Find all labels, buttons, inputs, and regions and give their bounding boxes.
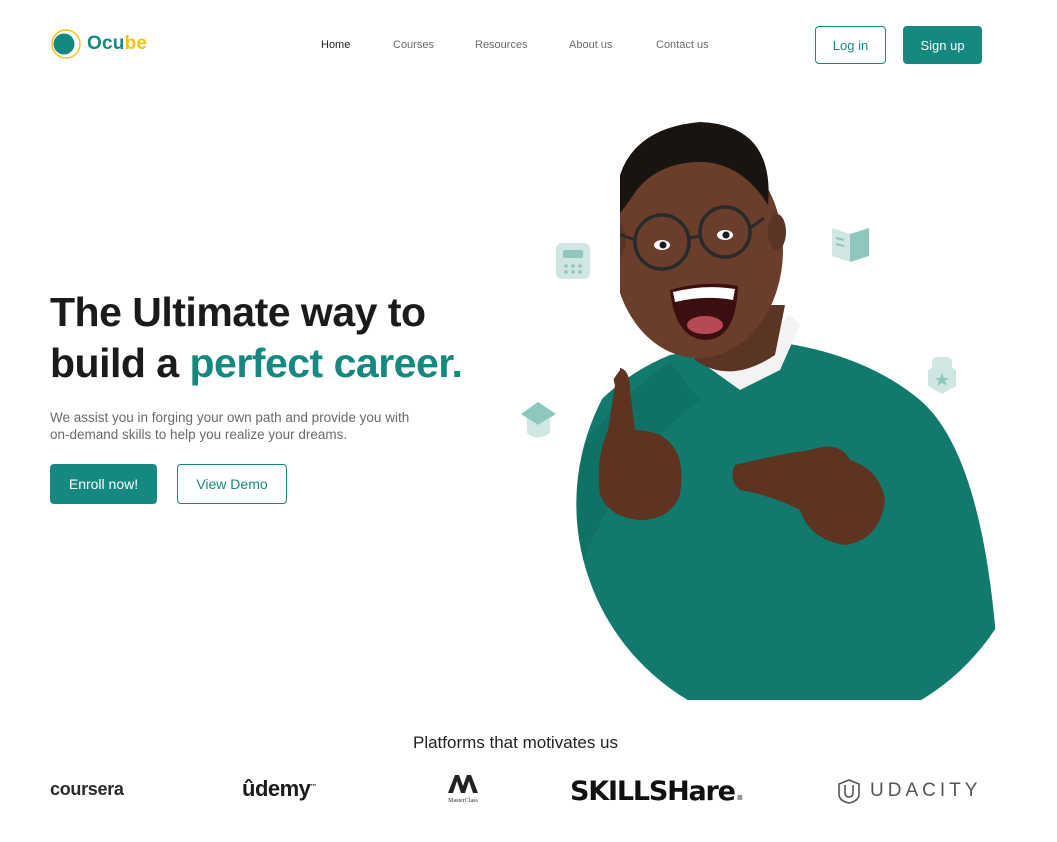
udacity-logo-text: UDACITY	[870, 780, 982, 801]
skillshare-logo-text: SKILLSHare	[570, 776, 736, 807]
view-demo-button[interactable]: View Demo	[177, 464, 287, 504]
hero-subtitle: We assist you in forging your own path a…	[50, 410, 410, 442]
graduation-cap-icon	[521, 402, 556, 438]
coursera-logo: coursera	[50, 779, 124, 799]
nav-resources[interactable]: Resources	[475, 39, 528, 51]
enroll-now-button[interactable]: Enroll now!	[50, 464, 157, 504]
skillshare-dot: .	[734, 776, 745, 807]
platforms-title: Platforms that motivates us	[412, 733, 619, 752]
hero-image	[521, 122, 1000, 700]
skillshare-logo: SKILLSHare.	[570, 776, 745, 807]
nav-about-us[interactable]: About us	[569, 39, 612, 51]
hero-title-line2-prefix: build a	[50, 340, 190, 386]
udemy-trademark: ™	[310, 784, 316, 790]
nav-courses[interactable]: Courses	[393, 39, 434, 51]
main-nav: Home Courses Resources About us Contact …	[0, 39, 1057, 53]
nav-contact-us[interactable]: Contact us	[656, 39, 709, 51]
udacity-u-icon	[838, 779, 860, 804]
udemy-logo-text: ûdemy	[242, 776, 311, 801]
nav-home[interactable]: Home	[321, 39, 350, 51]
badge-lock-icon	[928, 357, 956, 394]
masterclass-logo: MasterClass	[442, 774, 484, 804]
calculator-icon	[556, 243, 590, 279]
hero-title-line1: The Ultimate way to	[50, 289, 426, 335]
hero-title: The Ultimate way to build a perfect care…	[50, 287, 463, 389]
masterclass-label: MasterClass	[448, 798, 478, 804]
hero-title-accent: perfect career.	[189, 340, 463, 386]
udemy-logo: ûdemy™	[242, 776, 316, 802]
udacity-logo: UDACITY	[836, 778, 981, 804]
person-illustration	[576, 122, 1000, 700]
masterclass-m-icon	[448, 775, 478, 793]
book-icon	[832, 228, 869, 262]
login-button[interactable]: Log in	[815, 26, 886, 64]
signup-button[interactable]: Sign up	[903, 26, 982, 64]
